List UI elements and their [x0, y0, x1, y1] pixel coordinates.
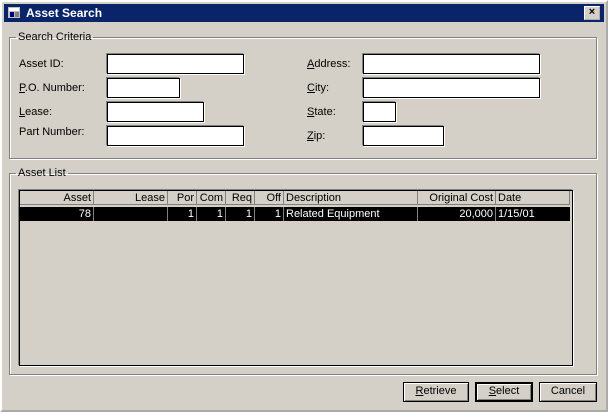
column-header-date[interactable]: Date: [496, 191, 570, 205]
state-label: State:: [307, 106, 336, 118]
cell-asset: 78: [20, 207, 94, 221]
retrieve-button[interactable]: Retrieve: [403, 382, 469, 402]
select-button[interactable]: Select: [475, 382, 533, 402]
column-header-req[interactable]: Req: [226, 191, 255, 205]
zip-label: Zip:: [307, 130, 326, 142]
cell-lease: [94, 207, 168, 221]
cell-description: Related Equipment: [284, 207, 418, 221]
city-field[interactable]: [363, 78, 540, 98]
po-number-field[interactable]: [107, 78, 180, 98]
cancel-button[interactable]: Cancel: [539, 382, 597, 402]
address-label: Address:: [307, 58, 351, 70]
city-label: City:: [307, 82, 330, 94]
cell-date: 1/15/01: [498, 208, 535, 220]
asset-list-grid[interactable]: Asset Lease Por Com Req Off Description …: [19, 190, 573, 366]
part-number-label: Part Number:: [19, 126, 85, 138]
address-field[interactable]: [363, 54, 540, 74]
close-button[interactable]: ×: [584, 6, 600, 20]
table-row[interactable]: 78 1 1 1 1 Related Equipment 20,000 1/15…: [20, 207, 570, 221]
column-header-com[interactable]: Com: [197, 191, 226, 205]
grid-header: Asset Lease Por Com Req Off Description …: [20, 191, 572, 206]
cell-por: 1: [168, 207, 197, 221]
column-header-off[interactable]: Off: [255, 191, 284, 205]
asset-id-field[interactable]: [107, 54, 244, 74]
cell-off: 1: [255, 207, 284, 221]
cell-com: 1: [197, 207, 226, 221]
column-header-original-cost[interactable]: Original Cost: [418, 191, 496, 205]
po-number-label: P.O. Number:: [19, 82, 85, 94]
cell-original-cost: 20,000: [418, 207, 496, 221]
column-header-description[interactable]: Description: [284, 191, 418, 205]
column-header-asset[interactable]: Asset: [20, 191, 94, 205]
search-criteria-legend: Search Criteria: [18, 31, 92, 43]
cell-req: 1: [226, 207, 255, 221]
part-number-field[interactable]: [107, 126, 244, 146]
column-header-lease[interactable]: Lease: [94, 191, 168, 205]
asset-id-label: Asset ID:: [19, 58, 64, 70]
app-icon: [8, 7, 20, 18]
column-header-por[interactable]: Por: [168, 191, 197, 205]
title-bar: Asset Search ×: [4, 4, 604, 22]
lease-label: Lease:: [19, 106, 53, 118]
lease-field[interactable]: [107, 102, 204, 122]
window-title: Asset Search: [26, 6, 103, 20]
asset-list-legend: Asset List: [18, 167, 66, 179]
state-field[interactable]: [363, 102, 396, 122]
zip-field[interactable]: [363, 126, 444, 146]
